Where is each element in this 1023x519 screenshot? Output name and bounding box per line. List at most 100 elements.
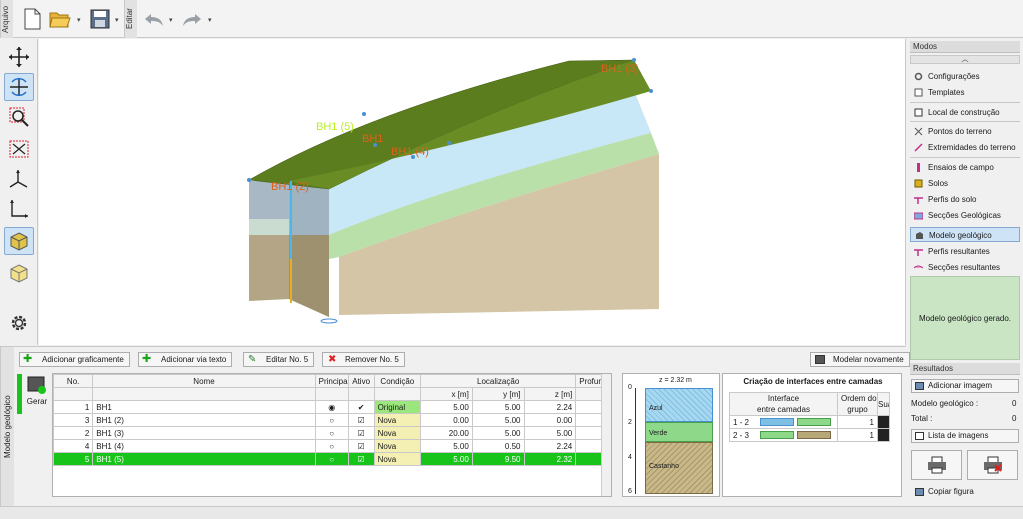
view-wire-tool[interactable]: [4, 259, 34, 287]
undo-icon: [145, 14, 163, 26]
col-extra: Sua: [877, 392, 890, 416]
remodel-button[interactable]: Modelar novamente: [810, 352, 910, 367]
image-list-button[interactable]: Lista de imagens: [911, 429, 1019, 443]
settings-tool[interactable]: [4, 309, 34, 337]
layer-azul: Azul: [645, 388, 713, 422]
row-name: BH1 (3): [92, 426, 316, 440]
principal-radio[interactable]: ○: [314, 452, 349, 466]
copy-icon: [915, 488, 924, 496]
gear-icon: [11, 315, 27, 331]
view-solid-tool[interactable]: [4, 227, 34, 255]
chevron-down-icon[interactable]: ▾: [169, 16, 173, 24]
active-checkbox[interactable]: ☑: [347, 439, 375, 453]
mode-terrain-edges[interactable]: Extremidades do terreno: [910, 140, 1020, 155]
principal-radio[interactable]: ○: [314, 413, 349, 427]
open-file-button[interactable]: [48, 7, 72, 31]
save-button[interactable]: [88, 7, 112, 31]
mode-soil-profiles[interactable]: Perfis do solo: [910, 192, 1020, 207]
zoom-extents-tool[interactable]: [4, 135, 34, 163]
table-row[interactable]: 1 BH1 ◉ ✔ Original 5.00 5.00 2.24: [53, 400, 611, 414]
tab-file[interactable]: Arquivo: [0, 0, 13, 38]
info-box: Modelo geológico gerado.: [910, 276, 1020, 360]
mode-result-sections[interactable]: Secções resultantes: [910, 260, 1020, 275]
redo-button[interactable]: [180, 7, 204, 31]
edit-button[interactable]: ✎ Editar No. 5: [243, 352, 315, 367]
point-marker[interactable]: [247, 178, 251, 182]
new-file-button[interactable]: [20, 7, 44, 31]
mode-templates[interactable]: Templates: [910, 85, 1020, 100]
axes-3d-tool[interactable]: [4, 165, 34, 193]
mode-settings[interactable]: Configurações: [910, 69, 1020, 84]
vertical-scrollbar[interactable]: [601, 374, 611, 496]
active-checkbox[interactable]: ☑: [347, 426, 375, 440]
terrain-points-icon: [914, 127, 923, 136]
chevron-down-icon[interactable]: ▾: [115, 16, 119, 24]
tick-label: 0: [628, 384, 632, 391]
table-row[interactable]: 3 BH1 (2) ○ ☑ Nova 0.00 5.00 0.00: [53, 413, 611, 427]
group-order[interactable]: 1: [837, 428, 878, 442]
printer-delete-icon: [983, 456, 1002, 474]
point-marker[interactable]: [447, 141, 451, 145]
printer-icon: [927, 456, 946, 474]
copy-figure-button[interactable]: Copiar figura: [911, 485, 1019, 499]
row-name: BH1 (4): [92, 439, 316, 453]
table-row[interactable]: 2 BH1 (3) ○ ☑ Nova 20.00 5.00 5.00: [53, 426, 611, 440]
undo-button[interactable]: [142, 7, 166, 31]
axes-2d-tool[interactable]: [4, 195, 34, 223]
point-marker[interactable]: [649, 89, 653, 93]
table-row-selected[interactable]: 5 BH1 (5) ○ ☑ Nova 5.00 9.50 2.32: [53, 452, 611, 466]
label-bh1: BH1: [362, 133, 383, 145]
mode-construction-site[interactable]: Local de construção: [910, 105, 1020, 120]
tick-label: 2: [628, 419, 632, 426]
rotate-tool[interactable]: [4, 73, 34, 101]
group-order[interactable]: 1: [837, 415, 878, 429]
profile-axis: [635, 388, 636, 494]
col-name: Nome: [92, 374, 316, 388]
image-icon: [915, 382, 924, 390]
interface-row[interactable]: 1 - 2 1: [729, 415, 890, 429]
remove-button[interactable]: ✖ Remover No. 5: [322, 352, 405, 367]
add-graphically-button[interactable]: ✚ Adicionar graficamente: [19, 352, 130, 367]
mode-geological-sections[interactable]: Secções Geológicas: [910, 208, 1020, 223]
tab-geological-model[interactable]: Modelo geológico: [0, 347, 14, 507]
mode-terrain-points[interactable]: Pontos do terreno: [910, 124, 1020, 139]
active-checkbox[interactable]: ☑: [347, 413, 375, 427]
zoom-tool[interactable]: [4, 103, 34, 131]
chevron-down-icon[interactable]: ▾: [77, 16, 81, 24]
print-settings-button[interactable]: [967, 450, 1018, 480]
row-name: BH1 (2): [92, 413, 316, 427]
active-checkbox[interactable]: ☑: [347, 452, 375, 466]
add-via-text-button[interactable]: ✚ Adicionar via texto: [138, 352, 233, 367]
table-row[interactable]: 4 BH1 (4) ○ ☑ Nova 5.00 0.50 2.24: [53, 439, 611, 453]
chevron-down-icon[interactable]: ▾: [208, 16, 212, 24]
col-active: Ativo: [347, 374, 375, 388]
collapse-arrow-icon[interactable]: ︿: [910, 55, 1020, 64]
point-marker[interactable]: [632, 58, 636, 62]
generate-indicator: [17, 374, 22, 414]
result-section-icon: [914, 265, 923, 269]
point-marker[interactable]: [362, 112, 366, 116]
print-button[interactable]: [911, 450, 962, 480]
tick-label: 4: [628, 454, 632, 461]
pan-tool[interactable]: [4, 43, 34, 71]
generate-button[interactable]: Gerar: [24, 375, 50, 415]
principal-radio[interactable]: ○: [314, 439, 349, 453]
tab-edit[interactable]: Editar: [124, 0, 137, 38]
add-image-button[interactable]: Adicionar imagem: [911, 379, 1019, 393]
interface-row[interactable]: 2 - 3 1: [729, 428, 890, 442]
active-check-icon[interactable]: ✔: [347, 400, 375, 414]
field-test-icon: [917, 163, 920, 172]
principal-radio-checked[interactable]: ◉: [314, 400, 349, 414]
right-panel: Modos ︿ Configurações Templates Local de…: [907, 39, 1023, 519]
mode-soils[interactable]: Solos: [910, 176, 1020, 191]
principal-radio[interactable]: ○: [314, 426, 349, 440]
mode-result-profiles[interactable]: Perfis resultantes: [910, 244, 1020, 259]
row-z: 2.24: [523, 439, 577, 453]
mode-field-tests[interactable]: Ensaios de campo: [910, 160, 1020, 175]
row-x: 5.00: [420, 452, 473, 466]
geological-model-view[interactable]: BH1 (3) BH1 (5) BH1 BH1 (4) BH1 (2): [39, 39, 906, 345]
row-condition: Nova: [373, 426, 422, 440]
mode-geological-model[interactable]: Modelo geológico: [910, 227, 1020, 242]
swatch-verde: [760, 431, 794, 439]
interfaces-panel: Criação de interfaces entre camadas Inte…: [722, 373, 902, 497]
